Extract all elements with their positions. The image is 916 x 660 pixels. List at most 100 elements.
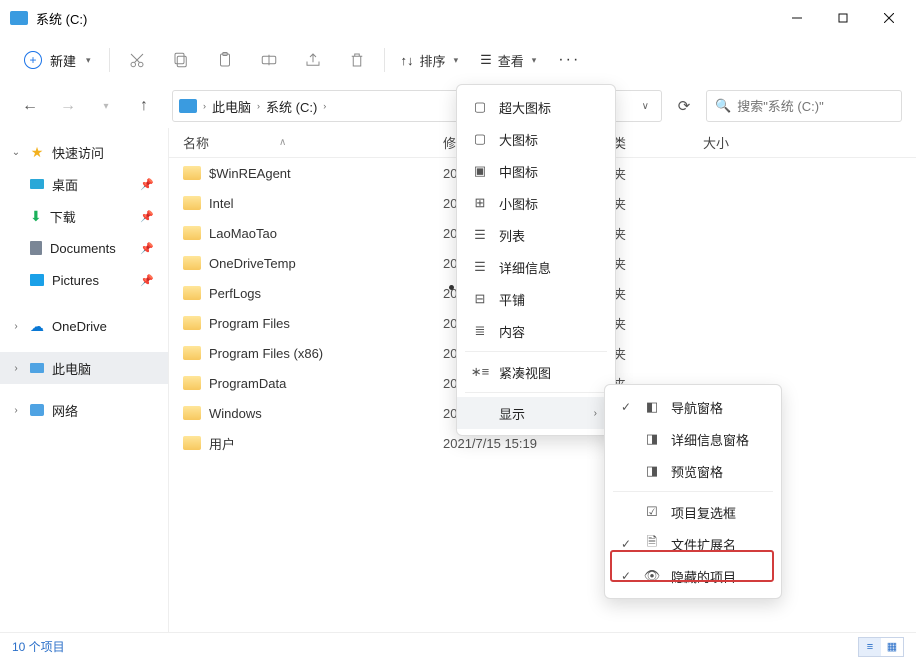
view-show-submenu[interactable]: 显示›	[457, 397, 615, 429]
view-tiles[interactable]: ⊟平铺	[457, 283, 615, 315]
col-size[interactable]: 大小	[703, 133, 916, 152]
separator	[384, 48, 385, 72]
file-type: 夹	[613, 254, 703, 273]
more-button[interactable]: ···	[548, 51, 590, 69]
view-list[interactable]: ☰列表	[457, 219, 615, 251]
folder-icon	[183, 346, 201, 360]
separator	[109, 48, 110, 72]
sort-button[interactable]: ↑↓ 排序 ▾	[391, 45, 469, 76]
forward-button[interactable]: →	[52, 90, 84, 122]
show-details-pane[interactable]: ◨详细信息窗格	[605, 423, 781, 455]
new-button[interactable]: + 新建 ▾	[12, 45, 103, 76]
file-type: 夹	[613, 194, 703, 213]
view-compact[interactable]: ∗≡紧凑视图	[457, 356, 615, 388]
file-name: OneDriveTemp	[209, 256, 296, 271]
file-name: Intel	[209, 196, 234, 211]
copy-button[interactable]	[160, 42, 202, 78]
view-lg-icons[interactable]: ▢大图标	[457, 123, 615, 155]
file-type: 夹	[613, 344, 703, 363]
address-dropdown[interactable]: ∨	[636, 101, 655, 112]
view-md-icons[interactable]: ▣中图标	[457, 155, 615, 187]
eye-icon: 👁	[643, 568, 661, 584]
document-icon	[30, 241, 42, 255]
view-menu: ▢超大图标 ▢大图标 ▣中图标 ⊞小图标 ☰列表 ☰详细信息 ⊟平铺 ≣内容 ∗…	[456, 84, 616, 436]
back-button[interactable]: ←	[14, 90, 46, 122]
sidebar-documents[interactable]: Documents📌	[0, 232, 168, 264]
content-icon: ≣	[471, 323, 489, 339]
grid-icon: ▣	[471, 163, 489, 179]
search-input[interactable]	[737, 99, 913, 114]
file-type: 夹	[613, 314, 703, 333]
pin-icon: 📌	[140, 210, 154, 223]
sidebar-desktop[interactable]: 桌面📌	[0, 168, 168, 200]
folder-icon	[183, 196, 201, 210]
sidebar-pictures[interactable]: Pictures📌	[0, 264, 168, 296]
sidebar-downloads[interactable]: ⬇下载📌	[0, 200, 168, 232]
folder-icon	[183, 406, 201, 420]
pane-icon: ◨	[643, 431, 661, 447]
refresh-button[interactable]: ⟳	[668, 90, 700, 122]
view-label: 查看	[498, 51, 524, 70]
grid-icon: ▢	[471, 99, 489, 115]
show-extensions[interactable]: ✓🗎文件扩展名	[605, 528, 781, 560]
file-name: ProgramData	[209, 376, 286, 391]
pin-icon: 📌	[140, 242, 154, 255]
delete-button[interactable]	[336, 42, 378, 78]
show-hidden[interactable]: ✓👁隐藏的项目	[605, 560, 781, 592]
view-details[interactable]: ☰详细信息	[457, 251, 615, 283]
minimize-button[interactable]	[774, 2, 820, 34]
cut-button[interactable]	[116, 42, 158, 78]
file-icon: 🗎	[643, 533, 661, 555]
share-button[interactable]	[292, 42, 334, 78]
rename-button[interactable]	[248, 42, 290, 78]
file-name: Program Files	[209, 316, 290, 331]
plus-icon: +	[24, 51, 42, 69]
breadcrumb-current[interactable]: 系统 (C:)	[266, 97, 317, 116]
details-view-button[interactable]: ≡	[859, 638, 881, 656]
file-name: 用户	[209, 434, 235, 453]
checkbox-icon: ☑	[643, 504, 661, 520]
network-icon	[30, 404, 44, 416]
label: OneDrive	[52, 319, 107, 334]
up-button[interactable]: ↑	[128, 90, 160, 122]
col-name[interactable]: 名称∧	[183, 133, 443, 152]
pane-icon: ◨	[643, 463, 661, 479]
view-content[interactable]: ≣内容	[457, 315, 615, 347]
search-icon: 🔍	[715, 98, 731, 114]
view-button[interactable]: ☰ 查看 ▾	[470, 45, 546, 76]
folder-icon	[183, 436, 201, 450]
paste-button[interactable]	[204, 42, 246, 78]
sort-indicator-icon: ∧	[279, 137, 286, 148]
sidebar-this-pc[interactable]: ›此电脑	[0, 352, 168, 384]
grid-icon: ⊞	[471, 195, 489, 211]
item-count: 10 个项目	[12, 638, 65, 655]
separator	[613, 491, 773, 492]
close-button[interactable]	[866, 2, 912, 34]
show-nav-pane[interactable]: ✓◧导航窗格	[605, 391, 781, 423]
maximize-button[interactable]	[820, 2, 866, 34]
sidebar-network[interactable]: ›网络	[0, 394, 168, 426]
recent-dropdown[interactable]: ▾	[90, 90, 122, 122]
check-icon: ✓	[619, 537, 633, 551]
separator	[465, 351, 607, 352]
pin-icon: 📌	[140, 274, 154, 287]
chevron-right-icon: ›	[594, 408, 597, 419]
show-checkboxes[interactable]: ☑项目复选框	[605, 496, 781, 528]
pc-icon	[30, 363, 44, 373]
view-xl-icons[interactable]: ▢超大图标	[457, 91, 615, 123]
thumbnails-view-button[interactable]: ▦	[881, 638, 903, 656]
col-type[interactable]: 类	[613, 133, 703, 152]
chevron-right-icon: ›	[203, 101, 206, 111]
show-preview-pane[interactable]: ◨预览窗格	[605, 455, 781, 487]
pictures-icon	[30, 274, 44, 286]
sidebar-quick-access[interactable]: ⌄★快速访问	[0, 136, 168, 168]
view-toggle: ≡ ▦	[858, 637, 904, 657]
breadcrumb-root[interactable]: 此电脑	[212, 97, 251, 116]
pin-icon: 📌	[140, 178, 154, 191]
view-sm-icons[interactable]: ⊞小图标	[457, 187, 615, 219]
search-box[interactable]: 🔍	[706, 90, 902, 122]
sidebar-onedrive[interactable]: ›☁OneDrive	[0, 310, 168, 342]
new-label: 新建	[50, 51, 76, 70]
details-icon: ☰	[471, 259, 489, 275]
label: 网络	[52, 401, 78, 420]
